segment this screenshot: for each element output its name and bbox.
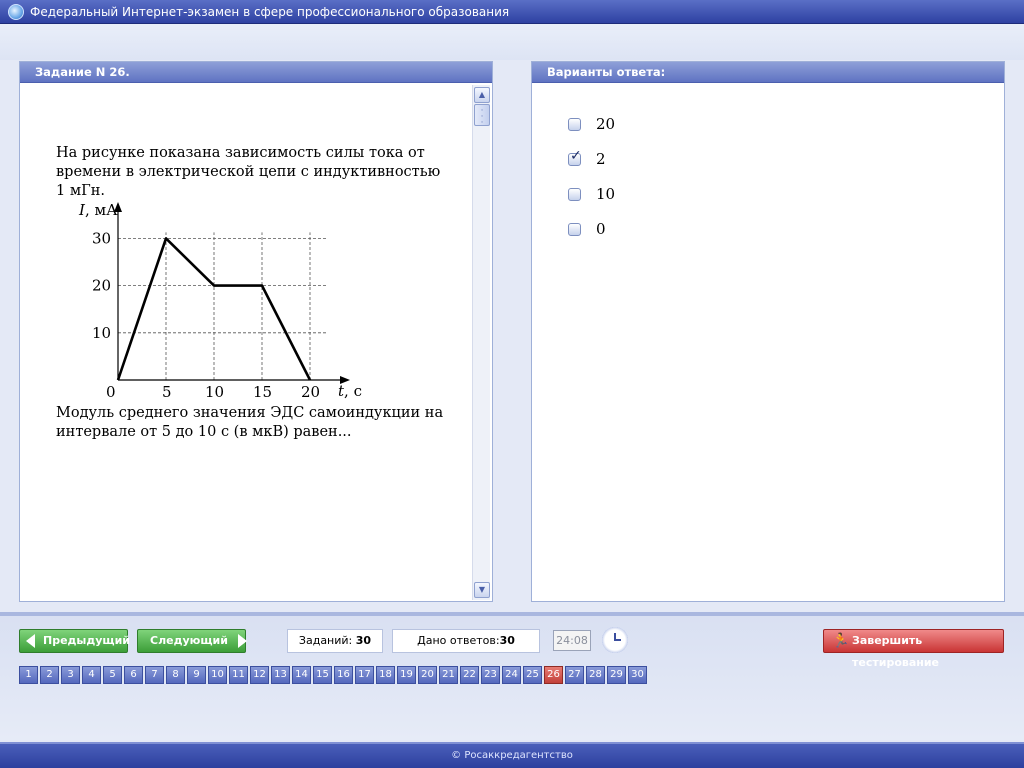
page-button-12[interactable]: 12: [250, 666, 269, 684]
arrow-right-icon: [237, 634, 247, 648]
answered-count-box: Дано ответов:30: [392, 629, 540, 653]
tasks-count: 30: [355, 634, 372, 647]
answers-panel-header: Варианты ответа:: [532, 62, 1004, 83]
page-button-1[interactable]: 1: [19, 666, 38, 684]
page-button-30[interactable]: 30: [628, 666, 647, 684]
graph-tick-labels: 0 5 10 15 20 10 20 30: [92, 229, 320, 401]
answer-checkbox-2[interactable]: ✓: [568, 149, 582, 166]
top-band: [0, 24, 1024, 60]
answer-label-1: 20: [596, 115, 616, 133]
tasks-count-box: Заданий: 30: [287, 629, 383, 653]
x-tick-label: 0: [106, 383, 116, 401]
current-time-graph: 0 5 10 15 20 10 20 30 I, мА t, с: [48, 196, 368, 406]
footer-text: © Росаккредагентство: [451, 750, 573, 761]
prev-button[interactable]: Предыдущий: [19, 629, 131, 653]
graph-svg: 0 5 10 15 20 10 20 30 I, мА t, с: [78, 201, 362, 401]
answered-label: Дано ответов:: [417, 634, 500, 647]
answered-count: 30: [499, 634, 515, 647]
x-tick-label: 10: [205, 383, 224, 401]
page-button-23[interactable]: 23: [481, 666, 500, 684]
answer-checkbox-4[interactable]: [568, 222, 581, 236]
finish-button-label: Завершить тестирование: [852, 634, 940, 669]
page-button-17[interactable]: 17: [355, 666, 374, 684]
page-button-9[interactable]: 9: [187, 666, 206, 684]
graph-grid: [118, 232, 326, 380]
question-pager: 1 2 3 4 5 6 7 8 9 10 11 12 13 14 15 16 17 18 19 20 21 22 23 24 2…: [19, 666, 649, 684]
page-button-4[interactable]: 4: [82, 666, 101, 684]
x-tick-label: 20: [301, 383, 320, 401]
prev-button-label: Предыдущий: [43, 634, 131, 647]
page-button-28[interactable]: 28: [586, 666, 605, 684]
page-button-5[interactable]: 5: [103, 666, 122, 684]
x-tick-label: 15: [253, 383, 272, 401]
arrow-left-icon: [26, 634, 35, 648]
page-button-13[interactable]: 13: [271, 666, 290, 684]
answer-label-3: 10: [596, 185, 616, 203]
page-button-11[interactable]: 11: [229, 666, 248, 684]
task-panel-header: Задание N 26.: [20, 62, 492, 83]
answer-option-4[interactable]: 0: [568, 219, 606, 239]
y-tick-label: 20: [92, 277, 111, 295]
answer-label-2: 2: [596, 150, 606, 168]
y-axis-label: I, мА: [78, 201, 118, 219]
page-button-22[interactable]: 22: [460, 666, 479, 684]
tasks-label: Заданий:: [298, 634, 353, 647]
clock-icon: [602, 627, 628, 653]
page-button-18[interactable]: 18: [376, 666, 395, 684]
next-button[interactable]: Следующий: [137, 629, 247, 653]
page-button-25[interactable]: 25: [523, 666, 542, 684]
page-button-6[interactable]: 6: [124, 666, 143, 684]
page-button-19[interactable]: 19: [397, 666, 416, 684]
answer-option-2[interactable]: ✓ 2: [568, 149, 606, 169]
window-title: Федеральный Интернет-экзамен в сфере про…: [30, 5, 510, 19]
answer-option-3[interactable]: 10: [568, 184, 615, 204]
x-tick-label: 5: [162, 383, 172, 401]
page-button-14[interactable]: 14: [292, 666, 311, 684]
question-intro: На рисунке показана зависимость силы ток…: [56, 145, 441, 199]
page-button-2[interactable]: 2: [40, 666, 59, 684]
page-button-24[interactable]: 24: [502, 666, 521, 684]
check-icon: ✓: [570, 147, 582, 164]
answer-checkbox-3[interactable]: [568, 187, 581, 201]
question-ask: Модуль среднего значения ЭДС самоиндукци…: [56, 405, 444, 440]
task-scrollbar[interactable]: ▲ · · · ▼: [472, 85, 490, 600]
task-panel: Задание N 26. На рисунке показана зависи…: [19, 61, 493, 602]
page-button-21[interactable]: 21: [439, 666, 458, 684]
app-globe-icon: [8, 4, 24, 20]
window-titlebar: Федеральный Интернет-экзамен в сфере про…: [0, 0, 1024, 24]
page-button-3[interactable]: 3: [61, 666, 80, 684]
page-button-8[interactable]: 8: [166, 666, 185, 684]
answer-checkbox-1[interactable]: [568, 117, 581, 131]
scroll-down-button[interactable]: ▼: [474, 582, 490, 598]
page-button-16[interactable]: 16: [334, 666, 353, 684]
answer-label-4: 0: [596, 220, 606, 238]
footer: © Росаккредагентство: [0, 742, 1024, 768]
y-tick-label: 30: [92, 229, 111, 247]
scroll-thumb[interactable]: · · ·: [474, 104, 490, 128]
scroll-up-button[interactable]: ▲: [474, 87, 490, 103]
page-button-7[interactable]: 7: [145, 666, 164, 684]
graph-axes: [114, 202, 350, 384]
answer-option-1[interactable]: 20: [568, 114, 615, 134]
finish-test-button[interactable]: 🏃 Завершить тестирование: [823, 629, 1004, 669]
runner-icon: 🏃: [832, 633, 850, 649]
y-tick-label: 10: [92, 324, 111, 342]
page-button-27[interactable]: 27: [565, 666, 584, 684]
page-button-10[interactable]: 10: [208, 666, 227, 684]
page-button-26[interactable]: 26: [544, 666, 563, 684]
page-button-15[interactable]: 15: [313, 666, 332, 684]
next-button-label: Следующий: [150, 634, 228, 647]
x-axis-label: t, с: [338, 382, 362, 400]
page-button-29[interactable]: 29: [607, 666, 626, 684]
timer-display: 24:08: [553, 630, 591, 651]
answers-panel: Варианты ответа: 20 ✓ 2 10 0: [531, 61, 1005, 602]
page-button-20[interactable]: 20: [418, 666, 437, 684]
